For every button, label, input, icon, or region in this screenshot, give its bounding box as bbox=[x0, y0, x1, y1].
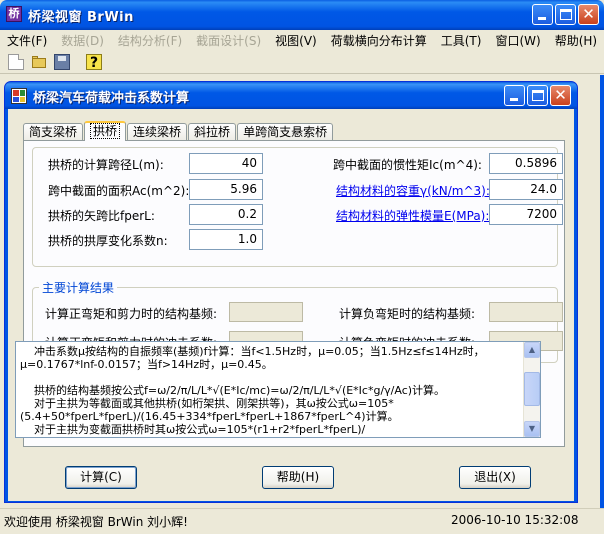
status-welcome: 欢迎使用 桥梁视窗 BrWin 刘小辉! bbox=[4, 515, 188, 529]
open-folder-icon[interactable] bbox=[31, 54, 47, 70]
dialog-minimize-button[interactable] bbox=[504, 85, 525, 106]
tab-continuous-beam[interactable]: 连续梁桥 bbox=[127, 123, 188, 141]
thickness-coef-input[interactable]: 1.0 bbox=[189, 229, 263, 250]
section-area-input[interactable]: 5.96 bbox=[189, 179, 263, 200]
results-group-title: 主要计算结果 bbox=[39, 279, 118, 296]
new-file-icon[interactable] bbox=[8, 54, 24, 70]
minimize-icon bbox=[538, 17, 546, 20]
menu-view[interactable]: 视图(V) bbox=[268, 32, 324, 49]
close-icon: ✕ bbox=[582, 5, 595, 23]
dialog-title-bar[interactable]: 桥梁汽车荷载冲击系数计算 ✕ bbox=[5, 82, 577, 109]
section-area-label: 跨中截面的面积Ac(m^2): bbox=[48, 184, 190, 198]
mdi-window-edge bbox=[600, 75, 604, 508]
tab-arch-bridge[interactable]: 拱桥 bbox=[84, 121, 127, 141]
scroll-up-icon[interactable]: ▲ bbox=[524, 342, 540, 358]
toolbar: ? bbox=[0, 51, 604, 74]
tab-simply-supported[interactable]: 简支梁桥 bbox=[23, 123, 84, 141]
maximize-button[interactable] bbox=[555, 4, 576, 25]
minimize-button[interactable] bbox=[532, 4, 553, 25]
main-window-title: 桥梁视窗 BrWin bbox=[28, 10, 134, 25]
formula-notes-text: 冲击系数μ按结构的自振频率(基频)f计算：当f<1.5Hz时，μ=0.05；当1… bbox=[20, 345, 485, 436]
exit-button[interactable]: 退出(X) bbox=[459, 466, 531, 489]
input-parameters-group: 拱桥的计算跨径L(m): 40 跨中截面的面积Ac(m^2): 5.96 拱桥的… bbox=[32, 147, 563, 267]
menu-load-distribution[interactable]: 荷载横向分布计算 bbox=[324, 32, 434, 49]
span-length-input[interactable]: 40 bbox=[189, 153, 263, 174]
menu-tools[interactable]: 工具(T) bbox=[434, 32, 489, 49]
unit-weight-input[interactable]: 24.0 bbox=[489, 179, 563, 200]
scroll-down-icon[interactable]: ▼ bbox=[524, 421, 540, 437]
maximize-icon bbox=[560, 9, 572, 20]
dialog-body: 简支梁桥 拱桥 连续梁桥 斜拉桥 单跨简支悬索桥 拱桥的计算跨径L(m): 40… bbox=[8, 109, 574, 501]
notes-scrollbar[interactable]: ▲ ▼ bbox=[523, 342, 540, 437]
scroll-thumb[interactable] bbox=[524, 372, 540, 406]
dialog-title: 桥梁汽车荷载冲击系数计算 bbox=[33, 91, 190, 106]
menu-file[interactable]: 文件(F) bbox=[0, 32, 54, 49]
main-title-bar[interactable]: 桥 桥梁视窗 BrWin ✕ bbox=[0, 0, 604, 30]
positive-frequency-output bbox=[229, 302, 303, 322]
negative-frequency-output bbox=[489, 302, 563, 322]
bridge-type-tabs: 简支梁桥 拱桥 连续梁桥 斜拉桥 单跨简支悬索桥 bbox=[23, 121, 334, 141]
inertia-moment-input[interactable]: 0.5896 bbox=[489, 153, 563, 174]
status-datetime: 2006-10-10 15:32:08 bbox=[451, 513, 579, 527]
elastic-modulus-link[interactable]: 结构材料的弹性模量E(MPa): bbox=[336, 207, 489, 224]
menu-data[interactable]: 数据(D) bbox=[54, 32, 111, 49]
impact-coefficient-dialog: 桥梁汽车荷载冲击系数计算 ✕ 简支梁桥 拱桥 连续梁桥 斜拉桥 单跨简支悬索桥 … bbox=[4, 81, 578, 503]
status-bar: 欢迎使用 桥梁视窗 BrWin 刘小辉! 2006-10-10 15:32:08 bbox=[0, 508, 604, 534]
positive-frequency-label: 计算正弯矩和剪力时的结构基频: bbox=[45, 307, 218, 321]
elastic-modulus-input[interactable]: 7200 bbox=[489, 204, 563, 225]
minimize-icon bbox=[510, 98, 518, 101]
save-disk-icon[interactable] bbox=[54, 54, 70, 70]
span-length-label: 拱桥的计算跨径L(m): bbox=[48, 158, 164, 172]
negative-frequency-label: 计算负弯矩时的结构基频: bbox=[339, 307, 476, 321]
menu-help[interactable]: 帮助(H) bbox=[548, 32, 604, 49]
thickness-coef-label: 拱桥的拱厚变化系数n: bbox=[48, 234, 168, 248]
help-button[interactable]: 帮助(H) bbox=[262, 466, 334, 489]
formula-notes-textarea[interactable]: 冲击系数μ按结构的自振频率(基频)f计算：当f<1.5Hz时，μ=0.05；当1… bbox=[15, 341, 541, 438]
app-icon: 桥 bbox=[6, 6, 22, 22]
menu-structural-analysis[interactable]: 结构分析(F) bbox=[111, 32, 189, 49]
compute-button[interactable]: 计算(C) bbox=[65, 466, 137, 489]
menu-bar: 文件(F) 数据(D) 结构分析(F) 截面设计(S) 视图(V) 荷载横向分布… bbox=[0, 30, 604, 51]
rise-span-ratio-input[interactable]: 0.2 bbox=[189, 204, 263, 225]
menu-section-design[interactable]: 截面设计(S) bbox=[189, 32, 268, 49]
rise-span-ratio-label: 拱桥的矢跨比fperL: bbox=[48, 209, 155, 223]
menu-window[interactable]: 窗口(W) bbox=[488, 32, 547, 49]
unit-weight-link[interactable]: 结构材料的容重γ(kN/m^3): bbox=[336, 182, 490, 199]
tab-cable-stayed[interactable]: 斜拉桥 bbox=[188, 123, 237, 141]
dialog-app-icon bbox=[11, 88, 27, 104]
dialog-close-button[interactable]: ✕ bbox=[550, 85, 571, 106]
maximize-icon bbox=[532, 90, 544, 101]
tab-suspension[interactable]: 单跨简支悬索桥 bbox=[237, 123, 334, 141]
close-button[interactable]: ✕ bbox=[578, 4, 599, 25]
close-icon: ✕ bbox=[554, 86, 567, 104]
inertia-moment-label: 跨中截面的惯性矩Ic(m^4): bbox=[333, 158, 482, 172]
dialog-maximize-button[interactable] bbox=[527, 85, 548, 106]
help-icon[interactable]: ? bbox=[86, 54, 102, 71]
